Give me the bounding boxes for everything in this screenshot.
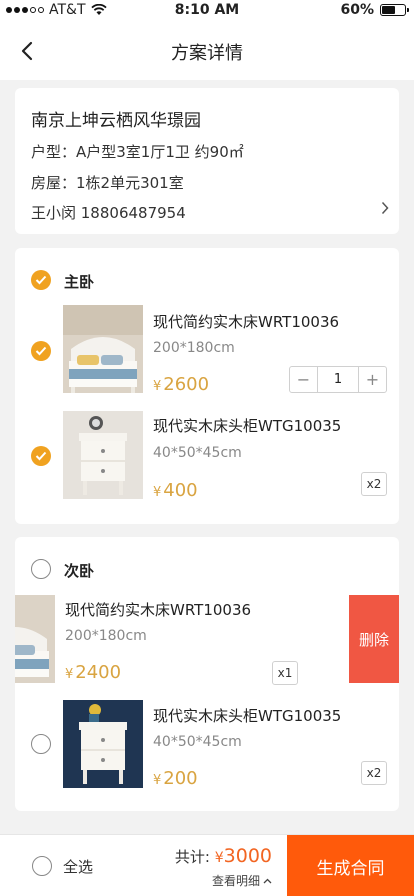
product-price: ¥400 — [153, 480, 198, 501]
house-info-card[interactable]: 南京上坤云栖风华璟园 户型：A户型3室1厅1卫 约90㎡ 房屋：1栋2单元301… — [15, 88, 399, 234]
select-all-checkbox[interactable] — [32, 856, 52, 876]
total-amount: ¥3000 — [215, 845, 272, 867]
quantity-badge: x2 — [361, 472, 387, 496]
battery-icon — [380, 4, 409, 16]
bed-photo-icon[interactable] — [15, 595, 55, 683]
currency-symbol: ¥ — [153, 485, 162, 500]
decrease-button[interactable]: − — [290, 367, 317, 392]
product-name: 现代简约实木床WRT10036 — [65, 601, 252, 619]
community-name: 南京上坤云栖风华璟园 — [31, 111, 201, 131]
house-text: 房屋：1栋2单元301室 — [31, 174, 184, 192]
room-name: 主卧 — [64, 273, 95, 291]
price-value: 2400 — [75, 662, 122, 683]
item-checkbox[interactable] — [31, 341, 51, 361]
increase-button[interactable]: + — [359, 367, 386, 392]
room-checkbox[interactable] — [31, 270, 51, 290]
item-checkbox[interactable] — [31, 446, 51, 466]
product-size: 40*50*45cm — [153, 734, 242, 750]
total-price: 共计: ¥3000 — [175, 845, 272, 867]
view-details-label: 查看明细 — [211, 874, 260, 888]
currency-symbol: ¥ — [65, 667, 74, 682]
product-price: ¥200 — [153, 768, 198, 789]
price-value: 400 — [163, 480, 198, 501]
page-title: 方案详情 — [171, 43, 243, 64]
battery-group: 60% — [340, 2, 409, 18]
status-bar: AT&T 8:10 AM 60% — [0, 0, 414, 22]
nav-bar: 方案详情 — [0, 22, 414, 80]
room-name: 次卧 — [64, 562, 95, 580]
nightstand-photo-icon[interactable] — [63, 700, 143, 788]
delete-button[interactable]: 删除 — [349, 595, 399, 683]
total-label: 共计: — [174, 848, 210, 866]
product-name: 现代实木床头柜WTG10035 — [153, 417, 342, 435]
item-checkbox[interactable] — [31, 734, 51, 754]
quantity-badge: x1 — [272, 661, 298, 685]
bottom-bar: 全选 共计: ¥3000 查看明细 生成合同 — [0, 834, 414, 896]
price-value: 2600 — [163, 374, 210, 395]
select-all-label[interactable]: 全选 — [63, 856, 93, 877]
nightstand-photo-icon[interactable] — [63, 411, 143, 499]
total-value: 3000 — [223, 845, 272, 867]
product-price: ¥2400 — [65, 662, 121, 683]
checkmark-icon — [35, 346, 47, 356]
chevron-up-icon — [263, 878, 272, 883]
quantity-stepper: − 1 + — [289, 366, 387, 393]
generate-contract-button[interactable]: 生成合同 — [287, 835, 414, 896]
room-card-master: 主卧 现代简约实木床WRT10036 200*180cm ¥2600 − 1 + — [15, 248, 399, 524]
contact-text: 王小闵 18806487954 — [31, 204, 186, 222]
bed-photo-icon[interactable] — [63, 305, 143, 393]
checkmark-icon — [35, 275, 47, 285]
price-value: 200 — [163, 768, 198, 789]
product-name: 现代实木床头柜WTG10035 — [153, 707, 342, 725]
product-size: 200*180cm — [65, 628, 147, 644]
quantity-value[interactable]: 1 — [317, 367, 359, 392]
currency-symbol: ¥ — [214, 850, 224, 866]
quantity-badge: x2 — [361, 761, 387, 785]
product-price: ¥2600 — [153, 374, 209, 395]
product-size: 40*50*45cm — [153, 445, 242, 461]
room-checkbox[interactable] — [31, 559, 51, 579]
chevron-right-icon — [381, 201, 389, 215]
product-size: 200*180cm — [153, 340, 235, 356]
view-details-link[interactable]: 查看明细 — [212, 872, 272, 889]
currency-symbol: ¥ — [153, 773, 162, 788]
layout-text: 户型：A户型3室1厅1卫 约90㎡ — [31, 143, 244, 161]
battery-percent: 60% — [340, 2, 374, 18]
checkmark-icon — [35, 451, 47, 461]
product-name: 现代简约实木床WRT10036 — [153, 313, 340, 331]
currency-symbol: ¥ — [153, 379, 162, 394]
